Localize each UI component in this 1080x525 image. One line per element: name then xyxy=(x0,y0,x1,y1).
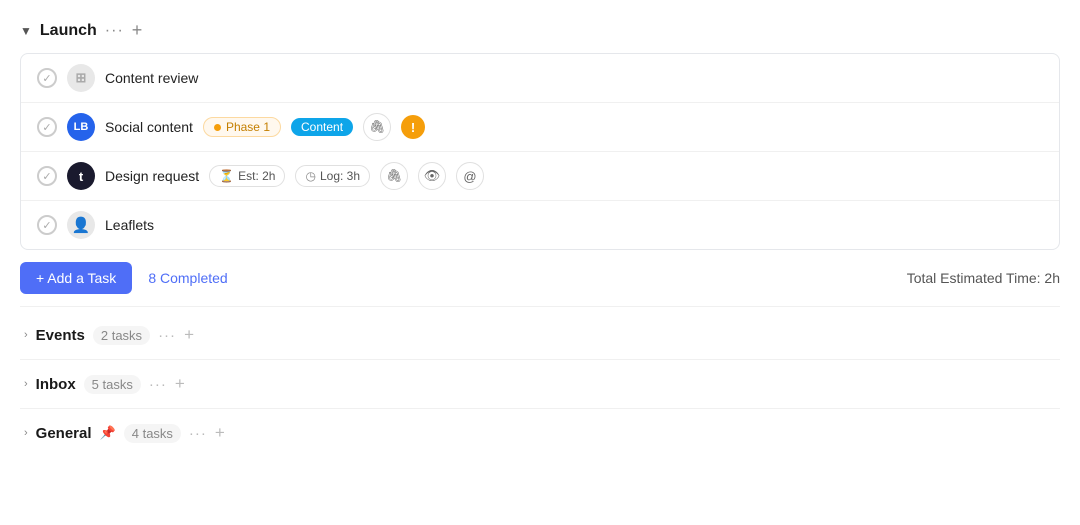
check-icon: ✓ xyxy=(42,121,51,134)
avatar: 👤 xyxy=(67,211,95,239)
avatar: ⊞ xyxy=(67,64,95,92)
task-check-content-review[interactable]: ✓ xyxy=(37,68,57,88)
inbox-add-button[interactable]: + xyxy=(175,374,185,394)
inbox-section[interactable]: › Inbox 5 tasks ··· + xyxy=(20,360,1060,409)
table-row: ✓ ⊞ Content review xyxy=(21,54,1059,103)
task-name-content-review[interactable]: Content review xyxy=(105,70,198,86)
phase-label: Phase 1 xyxy=(226,120,270,134)
launch-chevron-icon: ▼ xyxy=(20,24,32,38)
task-list: ✓ ⊞ Content review ✓ LB Social content P… xyxy=(20,53,1060,250)
log-badge: ◷ Log: 3h xyxy=(295,165,370,187)
paperclip-icon: 🖇 xyxy=(386,168,403,184)
clock-icon: ◷ xyxy=(305,169,315,183)
check-icon: ✓ xyxy=(42,170,51,183)
general-dots-button[interactable]: ··· xyxy=(189,425,207,442)
check-icon: ✓ xyxy=(42,219,51,232)
phase-tag[interactable]: Phase 1 xyxy=(203,117,281,137)
view-button[interactable]: 👁 xyxy=(418,162,446,190)
add-task-left: + Add a Task 8 Completed xyxy=(20,262,228,294)
events-section-title: Events xyxy=(36,327,85,344)
content-tag[interactable]: Content xyxy=(291,118,353,136)
est-label: Est: 2h xyxy=(238,169,275,183)
paperclip-icon: 🖇 xyxy=(369,119,386,135)
launch-section-title: Launch xyxy=(40,22,97,40)
task-check-design-request[interactable]: ✓ xyxy=(37,166,57,186)
events-chevron-icon: › xyxy=(24,329,28,341)
table-row: ✓ t Design request ⏳ Est: 2h ◷ Log: 3h 🖇… xyxy=(21,152,1059,201)
eye-icon: 👁 xyxy=(424,168,441,184)
inbox-section-title: Inbox xyxy=(36,376,76,393)
inbox-chevron-icon: › xyxy=(24,378,28,390)
attachment-button[interactable]: 🖇 xyxy=(380,162,408,190)
inbox-dots-button[interactable]: ··· xyxy=(149,376,167,393)
log-label: Log: 3h xyxy=(320,169,360,183)
at-icon: @ xyxy=(463,169,476,184)
pin-icon: 📌 xyxy=(100,425,116,441)
task-name-design-request[interactable]: Design request xyxy=(105,168,199,184)
phase-dot-icon xyxy=(214,124,221,131)
launch-section-header[interactable]: ▼ Launch ··· + xyxy=(20,12,1060,49)
inbox-task-count: 5 tasks xyxy=(84,375,141,394)
general-section[interactable]: › General 📌 4 tasks ··· + xyxy=(20,409,1060,457)
events-dots-button[interactable]: ··· xyxy=(158,327,176,344)
avatar: t xyxy=(67,162,95,190)
check-icon: ✓ xyxy=(42,72,51,85)
events-task-count: 2 tasks xyxy=(93,326,150,345)
task-name-leaflets[interactable]: Leaflets xyxy=(105,217,154,233)
add-task-button[interactable]: + Add a Task xyxy=(20,262,132,294)
task-check-leaflets[interactable]: ✓ xyxy=(37,215,57,235)
task-name-social-content[interactable]: Social content xyxy=(105,119,193,135)
events-add-button[interactable]: + xyxy=(184,325,194,345)
general-chevron-icon: › xyxy=(24,427,28,439)
add-task-row: + Add a Task 8 Completed Total Estimated… xyxy=(20,250,1060,302)
warning-exclamation: ! xyxy=(411,120,415,135)
main-container: ▼ Launch ··· + ✓ ⊞ Content review ✓ LB S… xyxy=(0,0,1080,469)
launch-dots-button[interactable]: ··· xyxy=(105,22,124,40)
hourglass-icon: ⏳ xyxy=(219,169,234,183)
events-section[interactable]: › Events 2 tasks ··· + xyxy=(20,311,1060,360)
task-check-social-content[interactable]: ✓ xyxy=(37,117,57,137)
warning-icon: ! xyxy=(401,115,425,139)
launch-add-button[interactable]: + xyxy=(132,20,143,41)
general-add-button[interactable]: + xyxy=(215,423,225,443)
avatar: LB xyxy=(67,113,95,141)
est-badge: ⏳ Est: 2h xyxy=(209,165,285,187)
mention-button[interactable]: @ xyxy=(456,162,484,190)
table-row: ✓ LB Social content Phase 1 Content 🖇 ! xyxy=(21,103,1059,152)
general-task-count: 4 tasks xyxy=(124,424,181,443)
general-section-title: General xyxy=(36,425,92,442)
completed-count[interactable]: 8 Completed xyxy=(148,270,227,286)
total-estimated: Total Estimated Time: 2h xyxy=(907,270,1060,286)
table-row: ✓ 👤 Leaflets xyxy=(21,201,1059,249)
attachment-button[interactable]: 🖇 xyxy=(363,113,391,141)
divider xyxy=(20,306,1060,307)
